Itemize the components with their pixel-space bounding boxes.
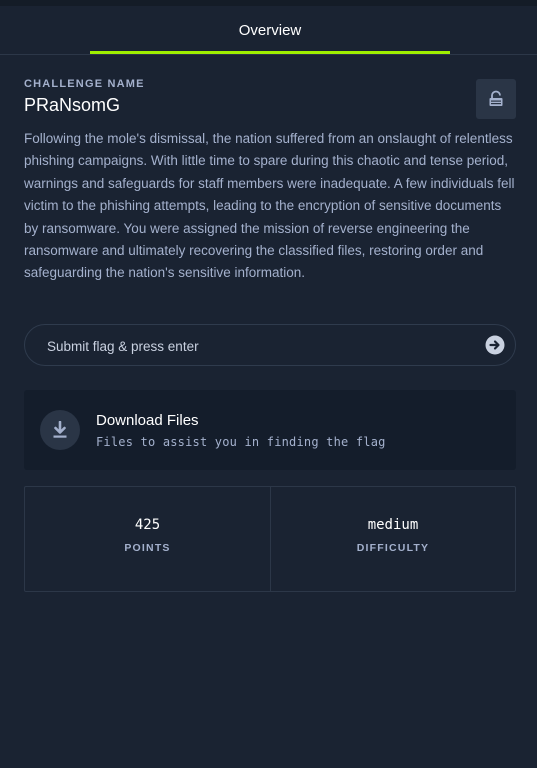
- challenge-name-label: CHALLENGE NAME: [24, 78, 145, 90]
- points-value: 425: [134, 517, 161, 533]
- download-icon: [53, 421, 67, 438]
- flag-input[interactable]: [45, 325, 469, 367]
- tab-overview[interactable]: Overview: [90, 6, 450, 52]
- stats-panel: 425 POINTS medium DIFFICULTY: [24, 486, 516, 592]
- difficulty-label: DIFFICULTY: [356, 542, 430, 554]
- download-files-card[interactable]: Download Files Files to assist you in fi…: [24, 390, 516, 470]
- challenge-description: Following the mole's dismissal, the nati…: [24, 131, 515, 281]
- active-tab-indicator: [90, 51, 450, 54]
- download-icon-container: [40, 410, 80, 450]
- lock-open-icon: [489, 90, 503, 106]
- flag-submit-box: [24, 324, 516, 367]
- difficulty-value: medium: [367, 517, 419, 533]
- challenge-title: PRaNsomG: [24, 95, 121, 115]
- lock-button[interactable]: [476, 79, 516, 119]
- points-stat: 425 POINTS: [25, 487, 271, 591]
- points-label: POINTS: [124, 542, 171, 554]
- arrow-right-circle-icon[interactable]: [485, 335, 505, 355]
- download-title: Download Files: [96, 412, 199, 429]
- download-subtitle: Files to assist you in finding the flag: [96, 435, 386, 449]
- tab-bar: Overview: [0, 6, 537, 55]
- difficulty-stat: medium DIFFICULTY: [271, 487, 515, 591]
